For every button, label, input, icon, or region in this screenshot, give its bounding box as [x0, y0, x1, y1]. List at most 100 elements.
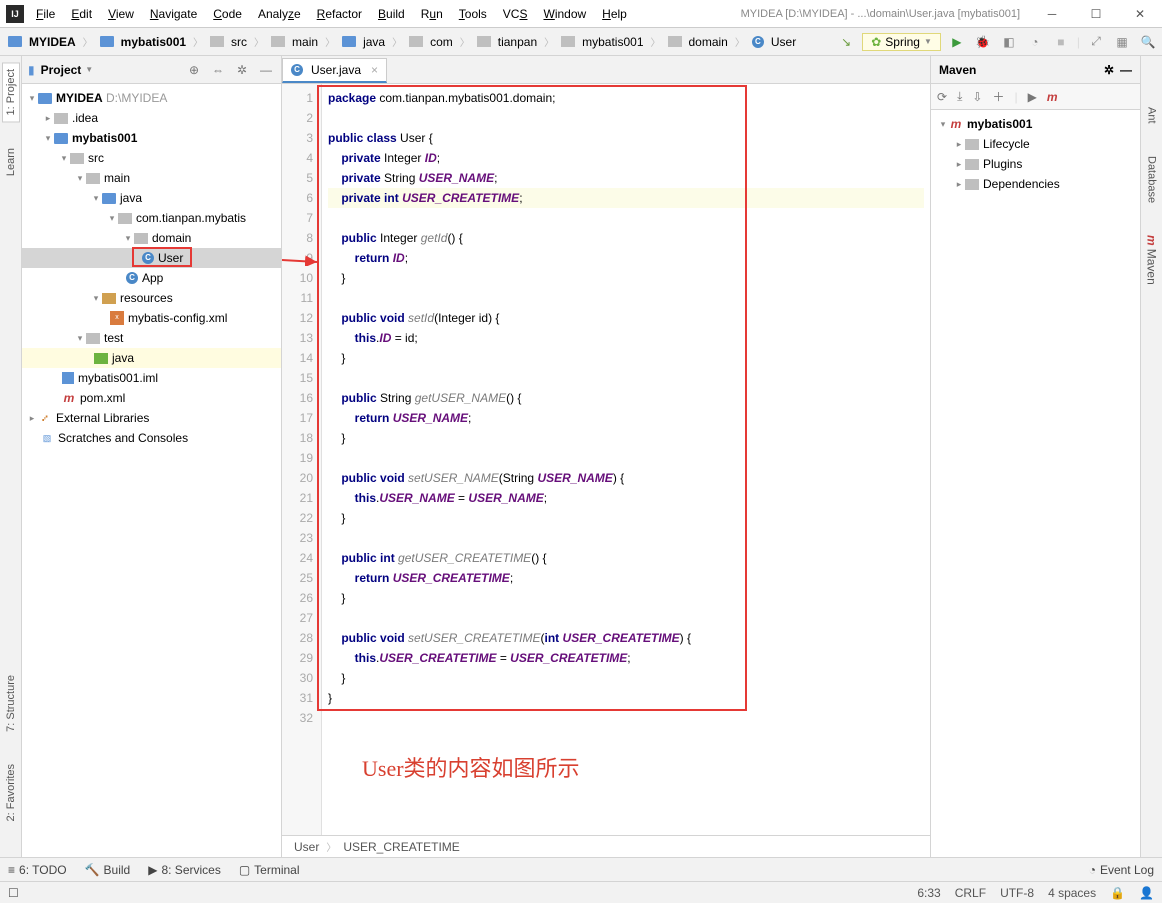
hide-icon[interactable]: —	[1120, 63, 1132, 77]
status-hint-icon[interactable]: ☐	[8, 886, 19, 900]
code-editor[interactable]: 1234567891011121314151617181920212223242…	[282, 84, 930, 835]
maven-toolbar: ⟳ ⤓ ⇩ ＋ | ▶ m	[931, 84, 1140, 110]
folder-icon	[210, 36, 224, 47]
tab-terminal[interactable]: ▢ Terminal	[239, 863, 300, 877]
tab-favorites[interactable]: 2: Favorites	[3, 758, 19, 827]
maven-m-icon[interactable]: m	[1047, 90, 1061, 104]
tab-eventlog[interactable]: ◔ Event Log	[1089, 863, 1154, 877]
coverage-button[interactable]: ◧	[999, 32, 1019, 52]
tab-ant[interactable]: Ant	[1144, 101, 1160, 130]
tab-maven[interactable]: m Maven	[1143, 229, 1161, 291]
stop-button[interactable]: ■	[1051, 32, 1071, 52]
hide-icon[interactable]: —	[257, 61, 275, 79]
app-logo: IJ	[6, 5, 24, 23]
crumb-domain[interactable]: domain	[664, 33, 732, 51]
maven-icon: m	[949, 117, 963, 131]
status-notify-icon[interactable]: 👤	[1139, 886, 1154, 900]
minimize-button[interactable]: ─	[1030, 1, 1074, 27]
tab-todo[interactable]: ≡ 6: TODO	[8, 863, 67, 877]
crumb-user[interactable]: CUser	[748, 33, 800, 51]
menu-navigate[interactable]: Navigate	[144, 4, 203, 24]
debug-button[interactable]: 🐞	[973, 32, 993, 52]
maven-panel: Maven ✲ — ⟳ ⤓ ⇩ ＋ | ▶ m ▾mmybatis001 ▸Life…	[930, 56, 1140, 857]
crumb-main[interactable]: main	[267, 33, 322, 51]
tab-database[interactable]: Database	[1144, 150, 1160, 209]
run-button[interactable]: ▶	[947, 32, 967, 52]
maven-title: Maven	[939, 63, 976, 77]
crumb-src[interactable]: src	[206, 33, 251, 51]
folder-icon	[86, 173, 100, 184]
menu-file[interactable]: File	[30, 4, 61, 24]
tab-structure[interactable]: 7: Structure	[3, 669, 19, 738]
menu-tools[interactable]: Tools	[453, 4, 493, 24]
close-button[interactable]: ✕	[1118, 1, 1162, 27]
status-line-sep[interactable]: CRLF	[955, 886, 986, 900]
crumb-mybatis001[interactable]: mybatis001	[557, 33, 647, 51]
menu-help[interactable]: Help	[596, 4, 633, 24]
library-icon: ⑇	[38, 411, 52, 425]
menu-vcs[interactable]: VCS	[497, 4, 534, 24]
settings-icon[interactable]: ✲	[233, 61, 251, 79]
crumb-field[interactable]: USER_CREATETIME	[343, 840, 459, 854]
menu-analyze[interactable]: Analyze	[252, 4, 307, 24]
menu-view[interactable]: View	[102, 4, 140, 24]
search-button[interactable]: 🔍	[1138, 32, 1158, 52]
window-title: MYIDEA [D:\MYIDEA] - ...\domain\User.jav…	[741, 8, 1030, 20]
tab-build[interactable]: 🔨 Build	[85, 863, 131, 877]
maven-tree[interactable]: ▾mmybatis001 ▸Lifecycle ▸Plugins ▸Depend…	[931, 110, 1140, 857]
menu-run[interactable]: Run	[415, 4, 449, 24]
status-position[interactable]: 6:33	[917, 886, 940, 900]
class-icon: C	[126, 272, 138, 284]
build-icon[interactable]: ↘	[836, 32, 856, 52]
navbar: MYIDEA〉 mybatis001〉 src〉 main〉 java〉 com…	[0, 28, 1162, 56]
crumb-root[interactable]: MYIDEA	[4, 33, 80, 51]
folder-icon	[965, 159, 979, 170]
collapse-icon[interactable]: ⇔	[209, 61, 227, 79]
crumb-java[interactable]: java	[338, 33, 389, 51]
project-tree[interactable]: ▾MYIDEA D:\MYIDEA ▸.idea ▾mybatis001 ▾sr…	[22, 84, 281, 857]
menu-code[interactable]: Code	[207, 4, 248, 24]
statusbar: ☐ 6:33 CRLF UTF-8 4 spaces 🔒 👤	[0, 881, 1162, 903]
download-icon[interactable]: ⇩	[972, 90, 982, 104]
crumb-class[interactable]: User	[294, 840, 319, 854]
tab-services[interactable]: ▶ 8: Services	[148, 863, 221, 877]
menu-edit[interactable]: Edit	[65, 4, 98, 24]
menu-window[interactable]: Window	[537, 4, 592, 24]
tree-node-user[interactable]: CUser	[22, 248, 281, 268]
annotation-text: User类的内容如图所示	[362, 759, 580, 779]
project-sidebar: ▮ Project ▼ ⊕ ⇔ ✲ — ▾MYIDEA D:\MYIDEA ▸.…	[22, 56, 282, 857]
maximize-button[interactable]: ☐	[1074, 1, 1118, 27]
git-button[interactable]: ⤢	[1086, 32, 1106, 52]
crumb-com[interactable]: com	[405, 33, 457, 51]
status-lock-icon[interactable]: 🔒	[1110, 886, 1125, 900]
class-icon: C	[752, 36, 764, 48]
crumb-module[interactable]: mybatis001	[96, 33, 190, 51]
gear-icon[interactable]: ✲	[1104, 63, 1114, 77]
folder-icon	[561, 36, 575, 47]
editor-breadcrumb: User〉USER_CREATETIME	[282, 835, 930, 857]
class-icon: C	[291, 64, 303, 76]
run-config-dropdown[interactable]: ✿Spring▼	[862, 33, 941, 51]
menu-build[interactable]: Build	[372, 4, 411, 24]
folder-icon	[54, 133, 68, 144]
tab-learn[interactable]: Learn	[3, 142, 19, 182]
menu-refactor[interactable]: Refactor	[311, 4, 368, 24]
layout-button[interactable]: ▦	[1112, 32, 1132, 52]
status-encoding[interactable]: UTF-8	[1000, 886, 1034, 900]
reload-icon[interactable]: ⟳	[937, 90, 947, 104]
tab-project[interactable]: 1: Project	[2, 62, 20, 122]
iml-icon	[62, 372, 74, 384]
folder-icon	[271, 36, 285, 47]
scope-icon[interactable]: ⊕	[185, 61, 203, 79]
crumb-tianpan[interactable]: tianpan	[473, 33, 541, 51]
tab-label: User.java	[311, 63, 361, 77]
add-icon[interactable]: ＋	[992, 88, 1004, 105]
generate-icon[interactable]: ⤓	[957, 89, 962, 104]
profile-button[interactable]: ◔	[1025, 32, 1045, 52]
run-icon[interactable]: ▶	[1028, 90, 1037, 104]
close-icon[interactable]: ×	[371, 63, 378, 77]
status-indent[interactable]: 4 spaces	[1048, 886, 1096, 900]
bottom-toolwindow-bar: ≡ 6: TODO 🔨 Build ▶ 8: Services ▢ Termin…	[0, 857, 1162, 881]
editor-tab-user[interactable]: C User.java ×	[282, 58, 387, 83]
folder-icon	[668, 36, 682, 47]
